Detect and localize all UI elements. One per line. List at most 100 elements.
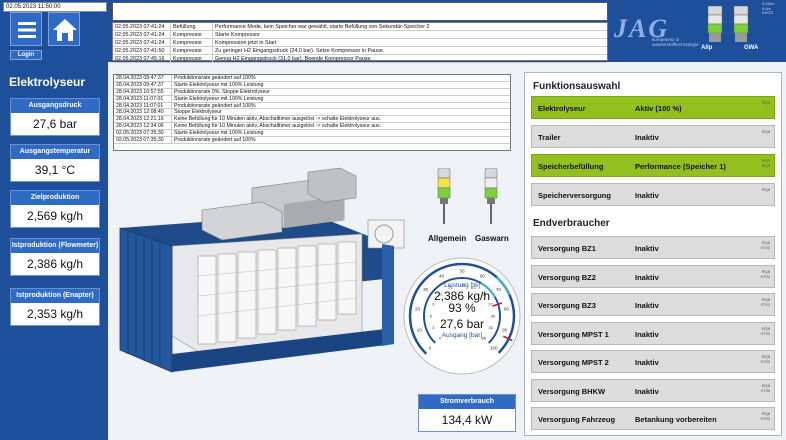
gauge-leistung-label: Leistung [%] xyxy=(444,282,480,289)
function-status: Inaktiv xyxy=(635,272,659,282)
hamburger-icon xyxy=(18,22,36,38)
log-cell-time: 02.05.2023 07:35:30 xyxy=(114,130,172,136)
function-tag: RQ8 ST92 xyxy=(760,354,770,364)
login-button[interactable]: Login xyxy=(10,50,42,60)
log-row: 02.05.2023 07:41:24 Kompressor Kompression… xyxy=(113,39,607,47)
function-panel: Funktionsauswahl Elektrolyseur Aktiv (100… xyxy=(524,72,782,436)
log-row: 28.04.2023 12:08:40 Stoppe Elektrolyseur xyxy=(114,109,510,117)
measure-zielproduktion: Zielproduktion 2,569 kg/h xyxy=(10,190,100,228)
allgemein-signal-light-icon xyxy=(437,168,451,224)
function-tag: RQ8 ST90 xyxy=(760,382,770,393)
measure-value: 27,6 bar xyxy=(32,117,78,131)
log-row: 28.04.2023 10:57:55 Produktionsrate 0%. S… xyxy=(114,88,510,96)
log-cell-time: 02.05.2023 07:41:24 xyxy=(113,31,171,38)
menu-button[interactable] xyxy=(10,12,42,46)
function-row-speicherbef-llung[interactable]: Speicherbefüllung Performance (Speicher 1… xyxy=(531,154,775,177)
home-button[interactable] xyxy=(48,12,80,46)
log-cell-time: 02.05.2023 07:45:16 xyxy=(113,55,171,62)
log-cell-message: Keine Befüllung für 10 Minuten aktiv, Ab… xyxy=(174,116,382,123)
log-cell-source: Kompressor xyxy=(171,31,213,38)
function-tag: RQ8 ST92 xyxy=(760,297,770,307)
function-name: Versorgung BZ1 xyxy=(538,244,596,253)
log-row: 02.05.2023 07:45:16 Kompressor Genug H2 Ei… xyxy=(113,55,607,63)
function-status: Betankung vorbereiten xyxy=(635,415,717,424)
function-name: Versorgung BHKW xyxy=(538,386,606,396)
measure-value: 2,569 kg/h xyxy=(26,209,84,223)
log-cell-time: 28.04.2023 09:47:37 xyxy=(114,81,172,88)
message-input[interactable] xyxy=(112,2,608,21)
log-cell-source: Befüllung xyxy=(171,23,213,30)
log-cell-time: 02.05.2023 07:41:50 xyxy=(113,47,171,54)
measure-value: 2,353 kg/h xyxy=(26,307,84,321)
measure-label: Ausgangsdruck xyxy=(11,99,99,113)
gauge-ausgang-label: Ausgang [bar] xyxy=(441,332,483,339)
gwa-label: GWA xyxy=(744,45,759,51)
log-cell-time: 28.04.2023 10:57:55 xyxy=(114,88,172,95)
log-cell-message: Produktionsrate geändert auf 100% xyxy=(174,137,256,144)
endverbraucher-title: Endverbraucher xyxy=(533,218,610,229)
measure-value: 2,386 kg/h xyxy=(26,257,84,271)
function-row-versorgung-bz3[interactable]: Versorgung BZ3 Inaktiv RQ8 ST92 xyxy=(531,293,775,316)
function-status: Inaktiv xyxy=(635,386,659,396)
function-row-elektrolyseur[interactable]: Elektrolyseur Aktiv (100 %) RQ3 xyxy=(531,96,775,119)
log-cell-message: Produktionsrate geändert auf 100% xyxy=(174,75,256,81)
function-row-versorgung-mpst-1[interactable]: Versorgung MPST 1 Inaktiv RQ8 ST92 xyxy=(531,321,775,345)
allgemein-label: Allgemein xyxy=(428,234,467,243)
allp-label: Allp xyxy=(701,45,713,51)
function-tag: RQ8 ST90 xyxy=(760,411,770,421)
log-cell-message: Starte Kompressor xyxy=(215,32,260,38)
function-row-versorgung-mpst-2[interactable]: Versorgung MPST 2 Inaktiv RQ8 ST92 xyxy=(531,350,775,373)
function-row-versorgung-bz2[interactable]: Versorgung BZ2 Inaktiv RQ8 ST92 xyxy=(531,264,775,288)
function-tag: RQ8 xyxy=(761,129,770,134)
log-row: 02.05.2023 07:35:30 Produktionsrate geänd… xyxy=(114,137,510,144)
function-name: Speicherversorgung xyxy=(538,191,611,200)
log-row: 02.05.2023 07:41:50 Kompressor Zu geringer… xyxy=(113,47,607,55)
function-name: Versorgung Fahrzeug xyxy=(538,415,616,424)
gauge-percent-value: 93 % xyxy=(448,301,476,315)
measure-ausgangstemperatur: Ausgangstemperatur 39,1 °C xyxy=(10,144,100,182)
company-logo: JAG kompetenz in wasserstofftechnologie xyxy=(614,14,704,48)
log-cell-message: Kompression jetzt in Start xyxy=(215,40,277,46)
function-name: Speicherbefüllung xyxy=(538,162,604,171)
function-row-versorgung-bhkw[interactable]: Versorgung BHKW Inaktiv RQ8 ST90 xyxy=(531,378,775,402)
strom-label: Stromverbrauch xyxy=(419,395,515,409)
log-cell-message: Starte Elektrolyseur mit 100% Leistung xyxy=(174,81,264,88)
log-cell-time: 02.05.2023 07:41:24 xyxy=(113,23,171,30)
function-row-versorgung-fahrzeug[interactable]: Versorgung Fahrzeug Betankung vorbereiten… xyxy=(531,407,775,430)
log-cell-source: Kompressor xyxy=(171,47,213,54)
log-cell-message: Starte Elektrolyseur mit 100% Leistung xyxy=(174,95,264,102)
function-name: Versorgung MPST 1 xyxy=(538,329,609,339)
log-row: 28.04.2023 12:21:16 Keine Befüllung für 1… xyxy=(114,116,510,124)
function-tag: RQ3 RQ3 xyxy=(761,158,770,168)
log-cell-time: 02.05.2023 07:35:30 xyxy=(114,137,172,143)
log-cell-message: Produktionsrate 0%. Stoppe Elektrolyseur xyxy=(174,88,271,95)
measure-value: 39,1 °C xyxy=(34,163,76,177)
strom-value: 134,4 kW xyxy=(441,413,493,427)
measure-istproduktion-enapter: Istproduktion (Enapter) 2,353 kg/h xyxy=(10,288,100,326)
function-tag: RQ3 xyxy=(761,100,770,105)
function-name: Trailer xyxy=(538,133,561,142)
function-name: Versorgung BZ3 xyxy=(538,301,596,310)
function-tag: RQ8 ST92 xyxy=(760,268,770,279)
log-row: 02.05.2023 07:41:24 Kompressor Starte Komp… xyxy=(113,31,607,39)
log-cell-time: 28.04.2023 09:47:37 xyxy=(114,75,172,81)
gaswarn-signal-light-icon xyxy=(484,168,498,224)
function-row-versorgung-bz1[interactable]: Versorgung BZ1 Inaktiv RQ8 ST92 xyxy=(531,236,775,259)
log-cell-time: 28.04.2023 12:34:06 xyxy=(114,123,172,129)
log-cell-message: Performance Mode, kein Speicher war gewä… xyxy=(215,24,430,30)
log-cell-message: Starte Elektrolyseur mit 100% Leistung xyxy=(174,130,264,137)
function-tag: RQ8 ST92 xyxy=(760,325,770,336)
log-row: 28.04.2023 12:34:06 Keine Befüllung für 1… xyxy=(114,123,510,131)
home-icon xyxy=(53,19,77,41)
measure-label: Zielproduktion xyxy=(11,191,99,205)
left-panel: Elektrolyseur Ausgangsdruck 27,6 bar Aus… xyxy=(0,62,108,440)
log-row: 28.04.2023 09:47:37 Produktionsrate geänd… xyxy=(114,75,510,82)
function-status: Aktiv (100 %) xyxy=(635,104,682,113)
function-row-trailer[interactable]: Trailer Inaktiv RQ8 xyxy=(531,125,775,148)
status-readout: 0.0Sec 0.0m KSG3 xyxy=(762,1,775,15)
function-status: Inaktiv xyxy=(635,191,659,200)
function-row-speicherversorgung[interactable]: Speicherversorgung Inaktiv RQ8 xyxy=(531,183,775,206)
header-bar: 02.05.2023 11:50:00 Login 02.05.2023 07:… xyxy=(0,0,786,63)
log-cell-message: Keine Befüllung für 10 Minuten aktiv, Ab… xyxy=(174,123,382,130)
measure-label: Ausgangstemperatur xyxy=(11,145,99,159)
